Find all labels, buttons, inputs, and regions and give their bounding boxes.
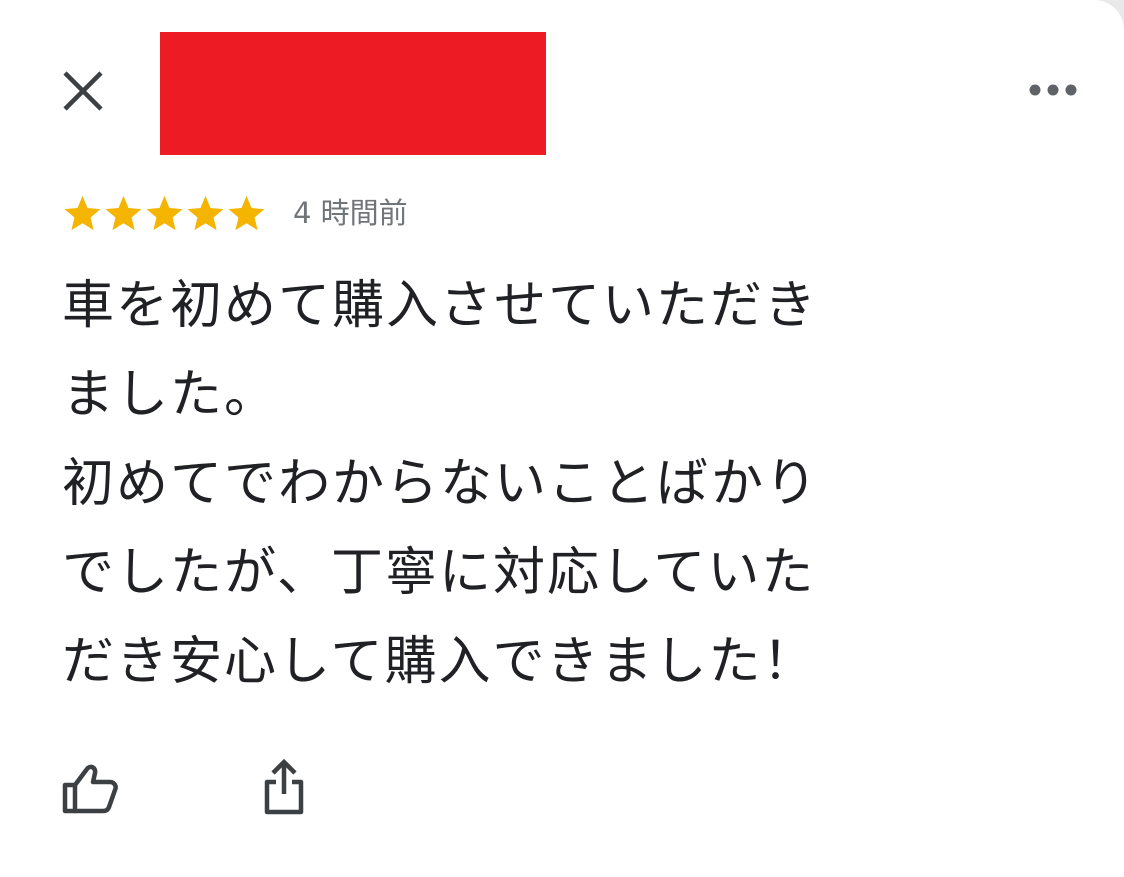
star-icon — [228, 195, 265, 231]
review-text: 車を初めて購入させていただき ました。 初めてでわからないことばかり でしたが、… — [62, 276, 820, 692]
review-time: 4 時間前 — [293, 196, 408, 230]
star-icon — [146, 195, 183, 231]
share-icon — [264, 758, 304, 815]
more-horizontal-icon — [1029, 84, 1077, 96]
thumbs-up-icon — [62, 764, 118, 814]
close-button[interactable] — [52, 60, 114, 122]
share-button[interactable] — [252, 754, 316, 820]
close-icon — [63, 71, 103, 111]
more-options-button[interactable] — [1018, 68, 1088, 112]
star-icon — [187, 195, 224, 231]
rating-row: 4 時間前 — [62, 190, 408, 236]
redacted-reviewer-name — [160, 32, 546, 155]
star-icon — [105, 195, 142, 231]
like-button[interactable] — [56, 758, 124, 820]
star-rating — [62, 193, 267, 233]
star-icon — [64, 195, 101, 231]
review-card: 4 時間前 車を初めて購入させていただき ました。 初めてでわからないことばかり… — [0, 0, 1124, 877]
